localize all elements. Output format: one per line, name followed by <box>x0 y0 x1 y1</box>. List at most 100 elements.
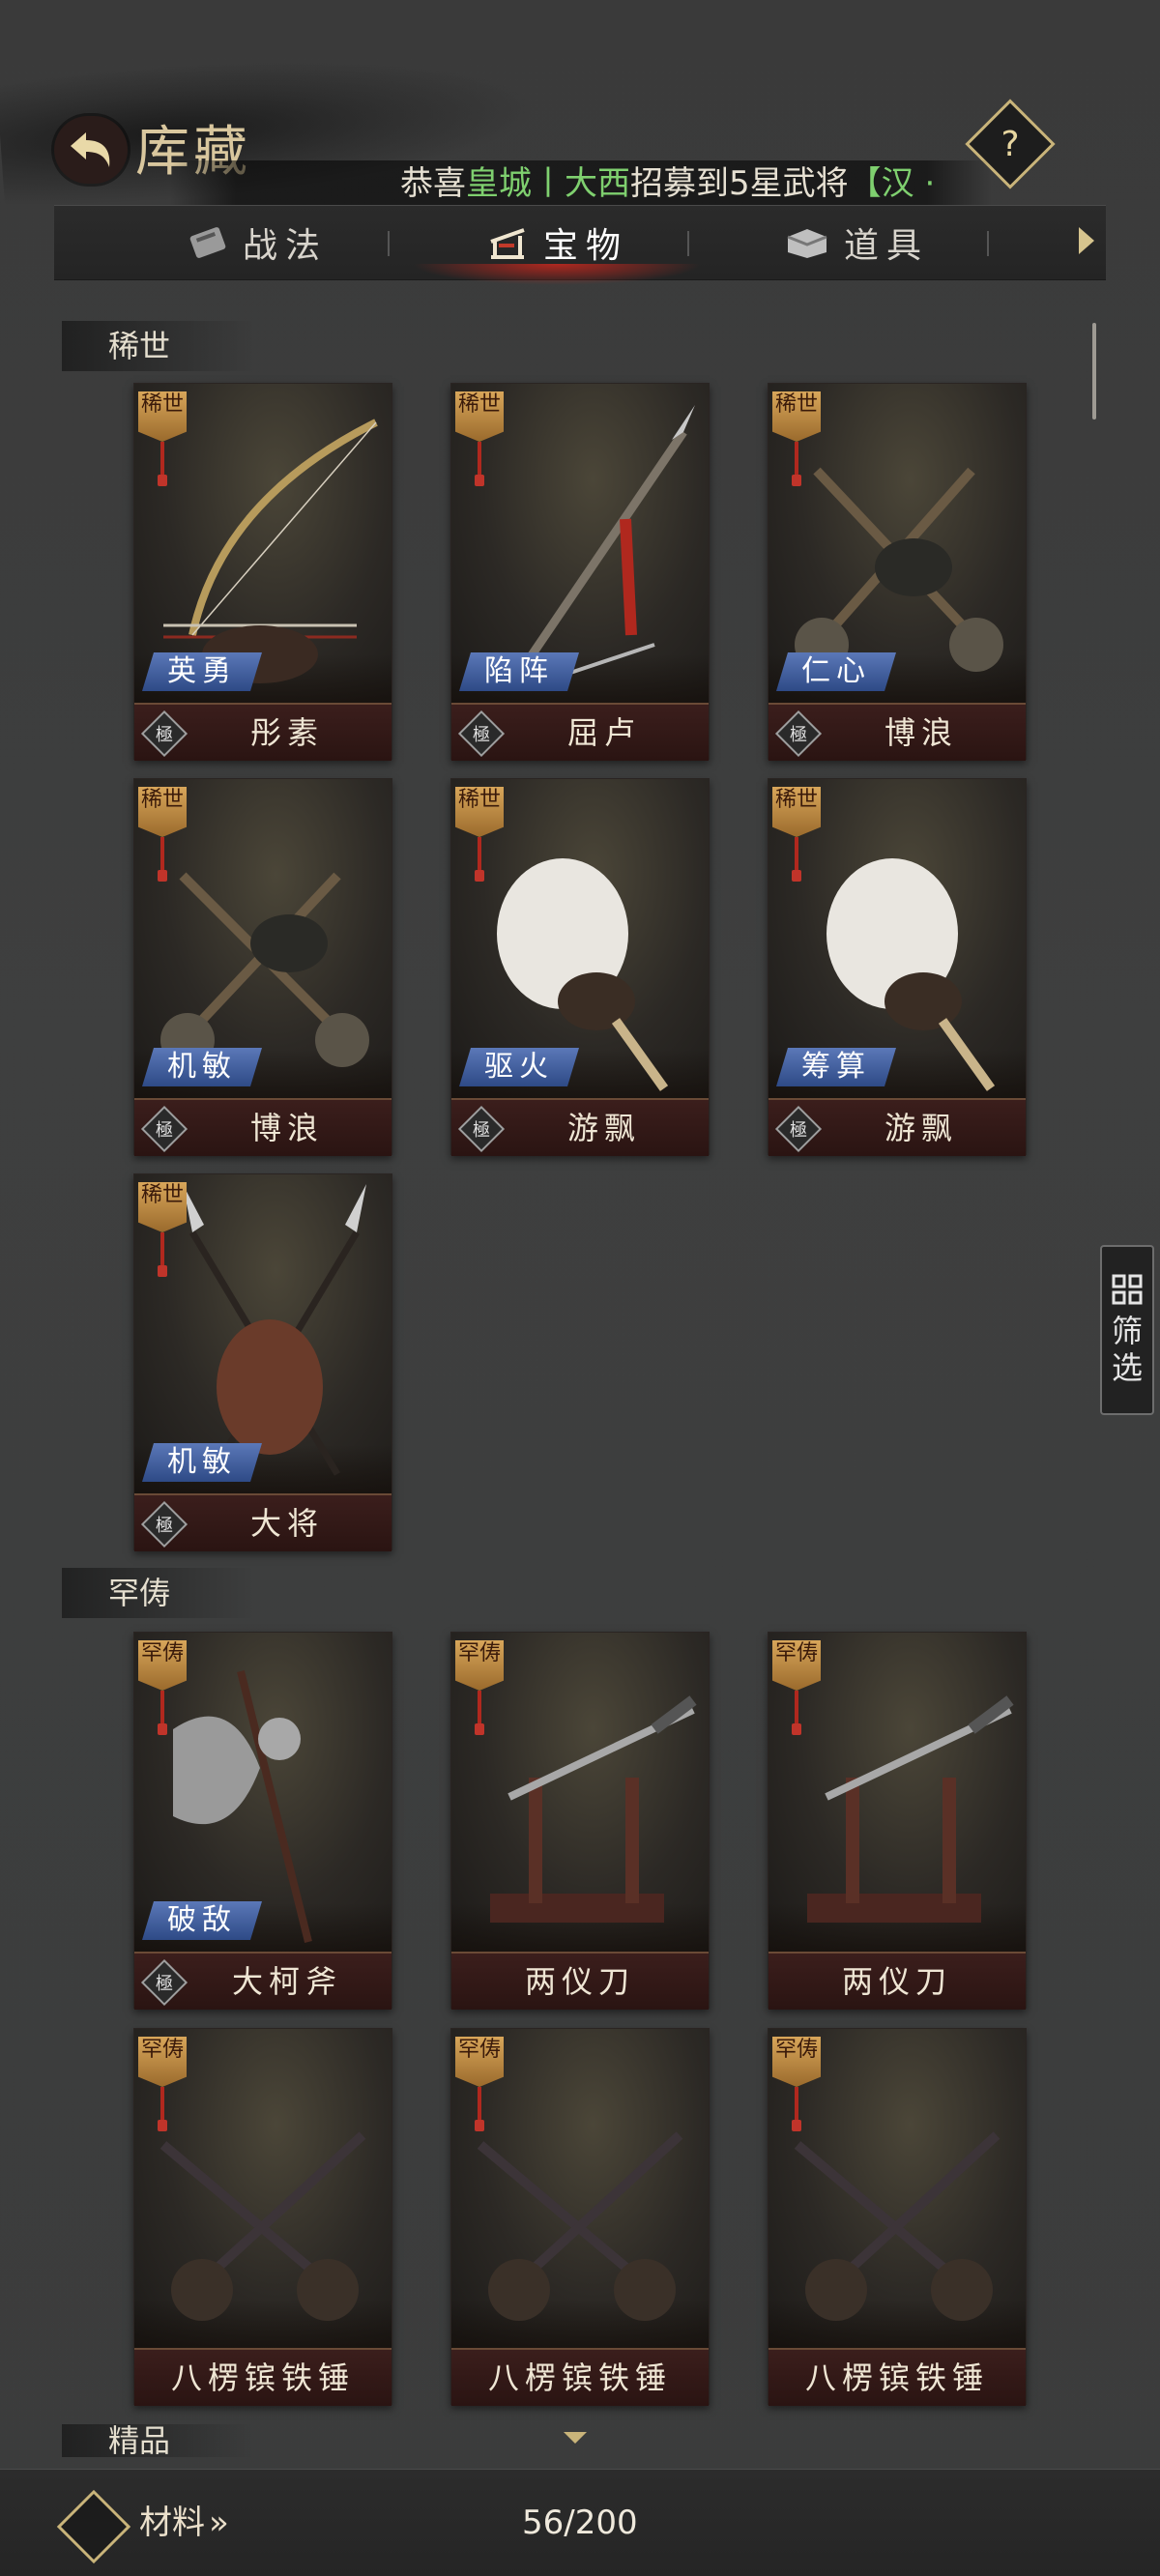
treasure-card[interactable]: 罕俦 八楞镔铁锤 <box>450 2028 710 2406</box>
grade-label: 極 <box>156 725 173 745</box>
tassel-decoration <box>158 837 167 882</box>
trait-tag: 驱火 <box>459 1048 579 1086</box>
treasure-name: 两仪刀 <box>841 1963 952 2000</box>
scrollbar[interactable] <box>1092 323 1096 420</box>
tab-label: 宝物 <box>542 226 628 266</box>
trait-tag: 机敏 <box>142 1443 262 1482</box>
tab-treasures[interactable]: 宝物 <box>412 206 702 285</box>
card-footer: 極 彤素 <box>134 703 392 761</box>
treasure-name: 游飘 <box>566 1110 641 1146</box>
bottom-bar: 材料 » 56/200 <box>0 2469 1160 2576</box>
rarity-badge: 罕俦 <box>772 1640 821 1691</box>
grade-label: 極 <box>790 1120 807 1141</box>
rarity-badge: 稀世 <box>772 787 821 837</box>
materials-arrow-icon[interactable]: » <box>209 2499 229 2547</box>
treasure-name: 博浪 <box>249 1110 324 1146</box>
treasure-card[interactable]: 罕俦 破敌 極 大柯斧 <box>133 1632 392 2010</box>
tab-divider <box>388 231 390 256</box>
treasure-name: 屈卢 <box>566 714 641 751</box>
card-footer: 極 博浪 <box>768 703 1026 761</box>
filter-label-2: 选 <box>1111 1349 1143 1386</box>
treasure-card[interactable]: 罕俦 两仪刀 <box>450 1632 710 2010</box>
trait-tag: 仁心 <box>776 652 896 691</box>
treasure-card[interactable]: 稀世 机敏 極 大将 <box>133 1173 392 1551</box>
treasure-name: 两仪刀 <box>524 1963 635 2000</box>
announcement-marquee: 恭喜皇城丨大西招募到5星武将【汉 · <box>170 160 992 207</box>
scroll-down-icon[interactable] <box>564 2432 587 2444</box>
treasure-name: 游飘 <box>884 1110 958 1146</box>
grade-icon: 極 <box>774 709 823 758</box>
treasure-name: 大将 <box>249 1505 324 1542</box>
marquee-separator: 丨 <box>532 164 565 203</box>
tab-label: 战法 <box>242 226 328 266</box>
marquee-middle: 招募到5星武将 <box>630 164 849 203</box>
tab-items[interactable]: 道具 <box>711 206 1001 279</box>
grade-label: 極 <box>790 725 807 745</box>
treasure-card[interactable]: 稀世 仁心 極 博浪 <box>768 383 1027 761</box>
materials-button[interactable]: 材料 <box>139 2499 205 2547</box>
rarity-badge: 罕俦 <box>455 1640 504 1691</box>
treasure-name: 彤素 <box>249 714 324 751</box>
back-arrow-icon <box>71 132 110 167</box>
section-title-quality: 精品 <box>62 2424 255 2457</box>
treasure-name: 八楞镔铁锤 <box>804 2359 989 2396</box>
grade-icon: 極 <box>774 1105 823 1153</box>
tassel-decoration <box>792 837 801 882</box>
materials-icon[interactable] <box>56 2489 131 2564</box>
tab-divider <box>687 231 689 256</box>
rarity-badge: 稀世 <box>138 391 187 442</box>
tassel-decoration <box>792 2087 801 2131</box>
tab-tactics[interactable]: 战法 <box>112 206 402 279</box>
card-footer: 两仪刀 <box>451 1952 709 2010</box>
trait-tag: 筹算 <box>776 1048 896 1086</box>
rarity-badge: 稀世 <box>138 787 187 837</box>
back-button[interactable] <box>54 116 128 184</box>
treasure-card[interactable]: 稀世 机敏 極 博浪 <box>133 778 392 1156</box>
treasure-card[interactable]: 稀世 筹算 極 游飘 <box>768 778 1027 1156</box>
tassel-decoration <box>475 1691 484 1735</box>
filter-label-1: 筛 <box>1111 1313 1143 1349</box>
card-footer: 八楞镔铁锤 <box>134 2348 392 2406</box>
treasure-card[interactable]: 稀世 陷阵 極 屈卢 <box>450 383 710 761</box>
treasure-card[interactable]: 稀世 英勇 極 彤素 <box>133 383 392 761</box>
marquee-general: 汉 · <box>881 164 936 203</box>
tassel-decoration <box>158 442 167 486</box>
rarity-badge: 稀世 <box>138 1182 187 1232</box>
treasure-name: 八楞镔铁锤 <box>487 2359 672 2396</box>
treasure-card[interactable]: 罕俦 八楞镔铁锤 <box>768 2028 1027 2406</box>
marquee-bracket: 【 <box>848 164 882 203</box>
treasure-name: 大柯斧 <box>231 1963 342 2000</box>
card-footer: 八楞镔铁锤 <box>451 2348 709 2406</box>
marquee-player: 大西 <box>565 164 630 203</box>
grade-icon: 極 <box>457 709 506 758</box>
tassel-decoration <box>475 442 484 486</box>
section-title-uncommon: 罕俦 <box>62 1568 255 1618</box>
grade-icon: 極 <box>457 1105 506 1153</box>
chest-icon <box>787 229 827 258</box>
tassel-decoration <box>475 837 484 882</box>
rarity-badge: 罕俦 <box>138 1640 187 1691</box>
scroll-icon <box>189 227 226 258</box>
treasure-name: 博浪 <box>884 714 958 751</box>
card-footer: 極 游飘 <box>451 1098 709 1156</box>
card-footer: 極 屈卢 <box>451 703 709 761</box>
marquee-city: 皇城 <box>466 164 532 203</box>
trait-tag: 陷阵 <box>459 652 579 691</box>
rarity-badge: 罕俦 <box>455 2037 504 2087</box>
weapon-rack-icon <box>490 228 525 259</box>
tab-scroll-right-icon[interactable] <box>1079 227 1094 254</box>
rarity-badge: 稀世 <box>772 391 821 442</box>
tassel-decoration <box>792 442 801 486</box>
treasure-card[interactable]: 稀世 驱火 極 游飘 <box>450 778 710 1156</box>
card-footer: 两仪刀 <box>768 1952 1026 2010</box>
tassel-decoration <box>158 1232 167 1277</box>
treasure-card[interactable]: 罕俦 八楞镔铁锤 <box>133 2028 392 2406</box>
grade-icon: 極 <box>140 1958 188 2007</box>
treasure-card[interactable]: 罕俦 两仪刀 <box>768 1632 1027 2010</box>
grid-filter-icon <box>1112 1274 1143 1305</box>
trait-tag: 英勇 <box>142 652 262 691</box>
trait-tag: 机敏 <box>142 1048 262 1086</box>
grade-icon: 極 <box>140 1500 188 1548</box>
tab-label: 道具 <box>843 226 929 266</box>
filter-button[interactable]: 筛选 <box>1100 1245 1154 1415</box>
